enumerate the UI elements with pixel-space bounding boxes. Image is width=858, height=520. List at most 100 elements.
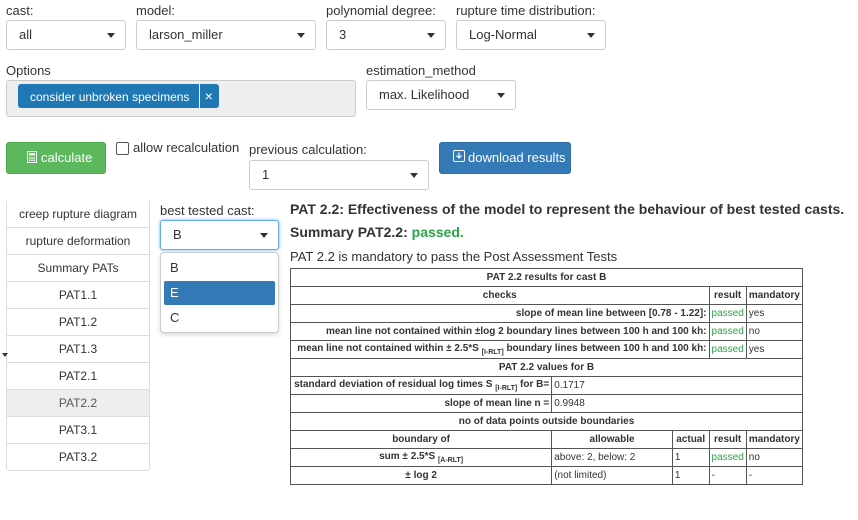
results-title: PAT 2.2 results for cast B [290, 268, 803, 287]
col-checks: checks [290, 286, 710, 305]
table-row: slope of mean line n = 0.9948 [289, 394, 803, 413]
check-result: passed [708, 304, 747, 323]
best-cast-dropdown: B E C [160, 252, 279, 333]
boundary-label: sum ± 2.5*S [A-RLT] [289, 448, 553, 467]
check-mandatory: no [745, 322, 804, 341]
col-mandatory: mandatory [745, 286, 804, 305]
table-row: standard deviation of residual log times… [289, 376, 803, 395]
check-label: slope of mean line between [0.78 - 1.22]… [290, 304, 710, 323]
chevron-down-icon [427, 33, 435, 38]
table-row: mean line not contained within ± 2.5*S [… [290, 340, 804, 359]
check-result: passed [708, 340, 747, 359]
tab-pat1-2[interactable]: PAT1.2 [6, 309, 150, 336]
allowable-cell: (not limited) [551, 466, 673, 485]
table-row: slope of mean line between [0.78 - 1.22]… [290, 304, 804, 323]
value-cell: 0.1717 [551, 376, 803, 395]
check-label-text: boundary lines between 100 h and 100 kh: [506, 343, 707, 354]
boundary-label-text: sum ± 2.5*S [379, 451, 436, 462]
tab-pat3-2[interactable]: PAT3.2 [6, 444, 150, 471]
actual-cell: 1 [671, 466, 710, 485]
dropdown-option-b[interactable]: B [164, 256, 275, 280]
option-tag: consider unbroken specimens × [18, 84, 219, 108]
tab-rupture-deformation[interactable]: rupture deformation [6, 228, 150, 255]
calculator-icon [27, 151, 37, 163]
calculate-label: calculate [41, 150, 93, 165]
previous-calculation-label: previous calculation: [249, 142, 367, 157]
mandatory-cell: - [745, 466, 804, 485]
tab-pat1-1[interactable]: PAT1.1 [6, 282, 150, 309]
check-mandatory: yes [745, 340, 804, 359]
check-result: passed [708, 322, 747, 341]
report-heading: PAT 2.2: Effectiveness of the model to r… [290, 201, 845, 217]
tab-summary-pats[interactable]: Summary PATs [6, 255, 150, 282]
check-label: mean line not contained within ± 2.5*S [… [290, 340, 710, 359]
model-select[interactable]: larson_miller [136, 20, 316, 50]
collapse-caret-icon [2, 353, 8, 357]
value-label: standard deviation of residual log times… [289, 376, 553, 395]
col-actual: actual [671, 430, 710, 449]
table-row: sum ± 2.5*S [A-RLT] above: 2, below: 2 1… [289, 448, 804, 467]
boundary-label: ± log 2 [289, 466, 553, 485]
col-result: result [708, 430, 747, 449]
result-cell: passed [708, 448, 747, 467]
distribution-select-value: Log-Normal [469, 27, 537, 42]
chevron-down-icon [587, 33, 595, 38]
allow-recalculation-checkbox[interactable] [116, 142, 129, 155]
download-results-button[interactable]: download results [439, 142, 571, 174]
mandatory-cell: no [745, 448, 804, 467]
summary-status: passed. [411, 224, 464, 240]
mandatory-note: PAT 2.2 is mandatory to pass the Post As… [290, 249, 618, 264]
estimation-select[interactable]: max. Likelihood [366, 80, 516, 110]
distribution-select[interactable]: Log-Normal [456, 20, 606, 50]
calculate-button[interactable]: calculate [6, 142, 106, 174]
degree-select[interactable]: 3 [326, 20, 446, 50]
outside-title: no of data points outside boundaries [290, 412, 803, 431]
check-label: mean line not contained within ±log 2 bo… [290, 322, 710, 341]
tab-creep-rupture-diagram[interactable]: creep rupture diagram [6, 201, 150, 228]
previous-calculation-select[interactable]: 1 [249, 160, 429, 190]
degree-label: polynomial degree: [326, 3, 436, 18]
value-label: slope of mean line n = [289, 394, 553, 413]
chevron-down-icon [107, 33, 115, 38]
tab-pat2-2[interactable]: PAT2.2 [6, 390, 150, 417]
value-label-subscript: [I-RLT] [495, 385, 518, 392]
options-multiselect[interactable]: consider unbroken specimens × [6, 80, 356, 117]
chevron-down-icon [297, 33, 305, 38]
chevron-down-icon [410, 173, 418, 178]
dropdown-option-c[interactable]: C [164, 306, 275, 330]
check-label-text: mean line not contained within ± 2.5*S [297, 343, 479, 354]
tab-pat3-1[interactable]: PAT3.1 [6, 417, 150, 444]
table-row: mean line not contained within ±log 2 bo… [290, 322, 804, 341]
download-results-label: download results [468, 150, 566, 165]
allow-recalculation-label: allow recalculation [133, 140, 240, 155]
table-row: ± log 2 (not limited) 1 - - [289, 466, 804, 485]
chevron-down-icon [497, 93, 505, 98]
result-cell: - [708, 466, 747, 485]
value-label-text: for B= [520, 379, 550, 390]
degree-select-value: 3 [339, 27, 347, 42]
dropdown-option-e[interactable]: E [164, 281, 275, 305]
option-tag-label: consider unbroken specimens [30, 90, 190, 104]
model-label: model: [136, 3, 176, 18]
col-boundary: boundary of [289, 430, 553, 449]
download-icon [453, 150, 465, 162]
tab-pat2-1[interactable]: PAT2.1 [6, 363, 150, 390]
col-allowable: allowable [551, 430, 673, 449]
cast-select[interactable]: all [6, 20, 126, 50]
model-select-value: larson_miller [149, 27, 223, 42]
previous-calculation-value: 1 [262, 167, 270, 182]
col-result: result [708, 286, 747, 305]
distribution-label: rupture time distribution: [456, 3, 596, 18]
col-mandatory: mandatory [745, 430, 804, 449]
cast-select-value: all [19, 27, 33, 42]
estimation-label: estimation_method [366, 63, 476, 78]
chevron-down-icon [260, 233, 268, 238]
estimation-select-value: max. Likelihood [379, 87, 470, 102]
tab-pat1-3[interactable]: PAT1.3 [6, 336, 150, 363]
remove-tag-icon[interactable]: × [198, 84, 213, 108]
check-mandatory: yes [745, 304, 804, 323]
options-label: Options [6, 63, 51, 78]
values-title: PAT 2.2 values for B [290, 358, 803, 377]
actual-cell: 1 [671, 448, 710, 467]
best-cast-select[interactable]: B [160, 220, 279, 250]
